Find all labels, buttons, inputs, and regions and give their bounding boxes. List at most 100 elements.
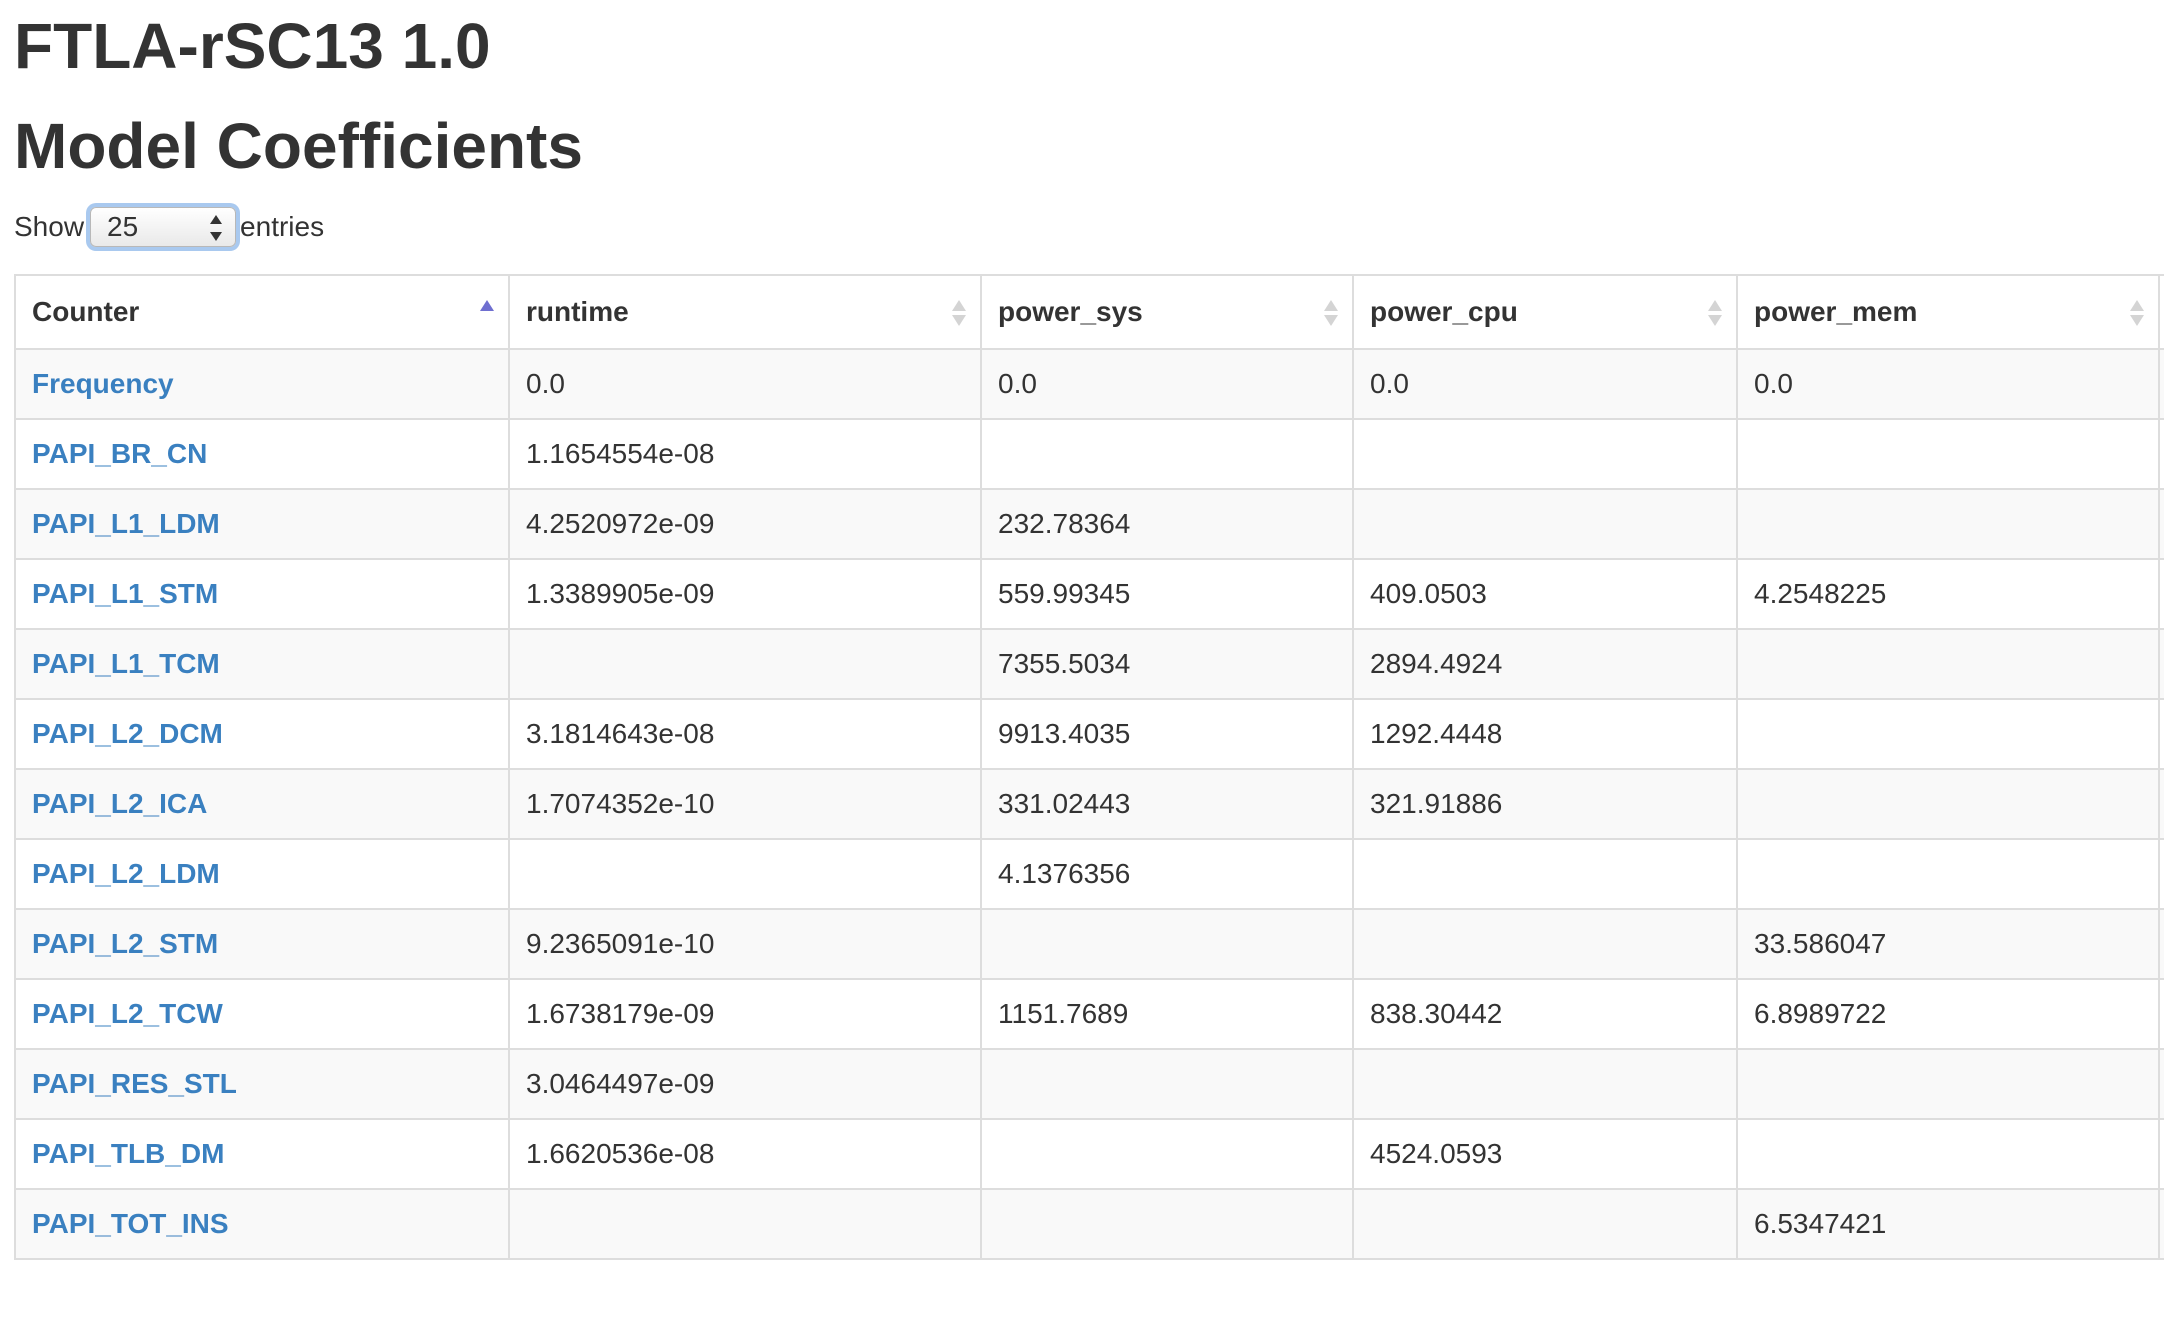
- table-body: Frequency 0.0 0.0 0.0 0.0 PAPI_BR_CN 1.1654554…: [14, 348, 2164, 1260]
- sort-both-icon: [952, 298, 966, 328]
- clipped-cell: [2158, 1188, 2164, 1260]
- sort-both-icon: [1708, 298, 1722, 328]
- coefficient-cell: [508, 1188, 982, 1260]
- clipped-cell: [2158, 698, 2164, 770]
- coefficient-cell: 1.7074352e-10: [508, 768, 982, 840]
- select-arrows-icon: [209, 215, 223, 241]
- counter-link[interactable]: PAPI_L2_LDM: [14, 838, 510, 910]
- coefficient-cell: 0.0: [508, 348, 982, 420]
- coefficient-cell: [980, 1048, 1354, 1120]
- table-row: PAPI_L2_ICA 1.7074352e-10 331.02443 321.918…: [14, 768, 2164, 840]
- clipped-cell: [2158, 908, 2164, 980]
- coefficient-cell: [1352, 1048, 1738, 1120]
- coefficient-cell: [1736, 1118, 2160, 1190]
- clipped-cell: [2158, 418, 2164, 490]
- coefficient-cell: [1352, 908, 1738, 980]
- column-header-counter[interactable]: Counter: [14, 274, 510, 350]
- counter-link[interactable]: PAPI_L1_STM: [14, 558, 510, 630]
- page-subtitle: Model Coefficients: [14, 110, 583, 182]
- coefficient-cell: 6.5347421: [1736, 1188, 2160, 1260]
- coefficient-cell: 1292.4448: [1352, 698, 1738, 770]
- coefficient-cell: 409.0503: [1352, 558, 1738, 630]
- counter-link[interactable]: PAPI_L1_TCM: [14, 628, 510, 700]
- column-header-label: Counter: [32, 296, 140, 327]
- clipped-cell: [2158, 1048, 2164, 1120]
- coefficient-cell: [980, 1118, 1354, 1190]
- clipped-cell: [2158, 838, 2164, 910]
- sort-both-icon: [2130, 298, 2144, 328]
- table-row: Frequency 0.0 0.0 0.0 0.0: [14, 348, 2164, 420]
- column-header-clipped[interactable]: [2158, 274, 2164, 350]
- coefficient-cell: [1352, 488, 1738, 560]
- entries-per-page-select[interactable]: 25: [90, 207, 237, 247]
- table-row: PAPI_L2_STM 9.2365091e-10 33.586047: [14, 908, 2164, 980]
- column-header-power-cpu[interactable]: power_cpu: [1352, 274, 1738, 350]
- coefficient-cell: 4.1376356: [980, 838, 1354, 910]
- table-header-row: Counter runtime power_sys power_cpu power_me…: [14, 274, 2164, 350]
- coefficient-cell: [1736, 628, 2160, 700]
- clipped-cell: [2158, 768, 2164, 840]
- clipped-cell: [2158, 488, 2164, 560]
- show-label: Show: [14, 211, 85, 242]
- counter-link[interactable]: PAPI_TOT_INS: [14, 1188, 510, 1260]
- counter-link[interactable]: PAPI_L1_LDM: [14, 488, 510, 560]
- sort-ascending-icon: [480, 298, 494, 328]
- coefficients-table: Counter runtime power_sys power_cpu power_me…: [14, 274, 2164, 1260]
- coefficient-cell: [1736, 418, 2160, 490]
- entries-per-page-value: 25: [107, 211, 139, 242]
- counter-link[interactable]: PAPI_L2_TCW: [14, 978, 510, 1050]
- clipped-cell: [2158, 1118, 2164, 1190]
- coefficient-cell: 321.91886: [1352, 768, 1738, 840]
- entries-label: entries: [240, 211, 325, 242]
- counter-link[interactable]: Frequency: [14, 348, 510, 420]
- counter-link[interactable]: PAPI_L2_DCM: [14, 698, 510, 770]
- coefficient-cell: [1736, 488, 2160, 560]
- column-header-label: power_cpu: [1370, 296, 1518, 327]
- coefficient-cell: [1352, 418, 1738, 490]
- coefficient-cell: [980, 1188, 1354, 1260]
- column-header-runtime[interactable]: runtime: [508, 274, 982, 350]
- coefficient-cell: 2894.4924: [1352, 628, 1738, 700]
- coefficient-cell: 4.2548225: [1736, 558, 2160, 630]
- page-title: FTLA-rSC13 1.0: [14, 10, 491, 82]
- coefficient-cell: 33.586047: [1736, 908, 2160, 980]
- table-row: PAPI_L2_LDM 4.1376356: [14, 838, 2164, 910]
- clipped-cell: [2158, 558, 2164, 630]
- coefficient-cell: [508, 838, 982, 910]
- coefficient-cell: [1352, 838, 1738, 910]
- counter-link[interactable]: PAPI_RES_STL: [14, 1048, 510, 1120]
- clipped-cell: [2158, 628, 2164, 700]
- counter-link[interactable]: PAPI_L2_ICA: [14, 768, 510, 840]
- counter-link[interactable]: PAPI_BR_CN: [14, 418, 510, 490]
- coefficient-cell: 0.0: [980, 348, 1354, 420]
- table-row: PAPI_L1_LDM 4.2520972e-09 232.78364: [14, 488, 2164, 560]
- column-header-label: power_mem: [1754, 296, 1918, 327]
- column-header-power-sys[interactable]: power_sys: [980, 274, 1354, 350]
- table-row: PAPI_TLB_DM 1.6620536e-08 4524.0593: [14, 1118, 2164, 1190]
- coefficient-cell: [1736, 1048, 2160, 1120]
- coefficient-cell: [1736, 838, 2160, 910]
- table-row: PAPI_BR_CN 1.1654554e-08: [14, 418, 2164, 490]
- sort-both-icon: [1324, 298, 1338, 328]
- coefficient-cell: 4.2520972e-09: [508, 488, 982, 560]
- coefficient-cell: [508, 628, 982, 700]
- coefficient-cell: 4524.0593: [1352, 1118, 1738, 1190]
- coefficient-cell: [980, 908, 1354, 980]
- column-header-power-mem[interactable]: power_mem: [1736, 274, 2160, 350]
- clipped-cell: [2158, 978, 2164, 1050]
- table-row: PAPI_L2_DCM 3.1814643e-08 9913.4035 1292.44…: [14, 698, 2164, 770]
- coefficient-cell: 3.1814643e-08: [508, 698, 982, 770]
- coefficient-cell: 1.6620536e-08: [508, 1118, 982, 1190]
- coefficient-cell: [1736, 768, 2160, 840]
- coefficient-cell: 0.0: [1352, 348, 1738, 420]
- coefficient-cell: 1.6738179e-09: [508, 978, 982, 1050]
- counter-link[interactable]: PAPI_L2_STM: [14, 908, 510, 980]
- column-header-label: runtime: [526, 296, 629, 327]
- table-row: PAPI_L1_STM 1.3389905e-09 559.99345 409.050…: [14, 558, 2164, 630]
- coefficient-cell: 9.2365091e-10: [508, 908, 982, 980]
- column-header-label: power_sys: [998, 296, 1143, 327]
- coefficients-table-container: Counter runtime power_sys power_cpu power_me…: [14, 274, 2164, 1314]
- coefficient-cell: [980, 418, 1354, 490]
- coefficient-cell: [1352, 1188, 1738, 1260]
- counter-link[interactable]: PAPI_TLB_DM: [14, 1118, 510, 1190]
